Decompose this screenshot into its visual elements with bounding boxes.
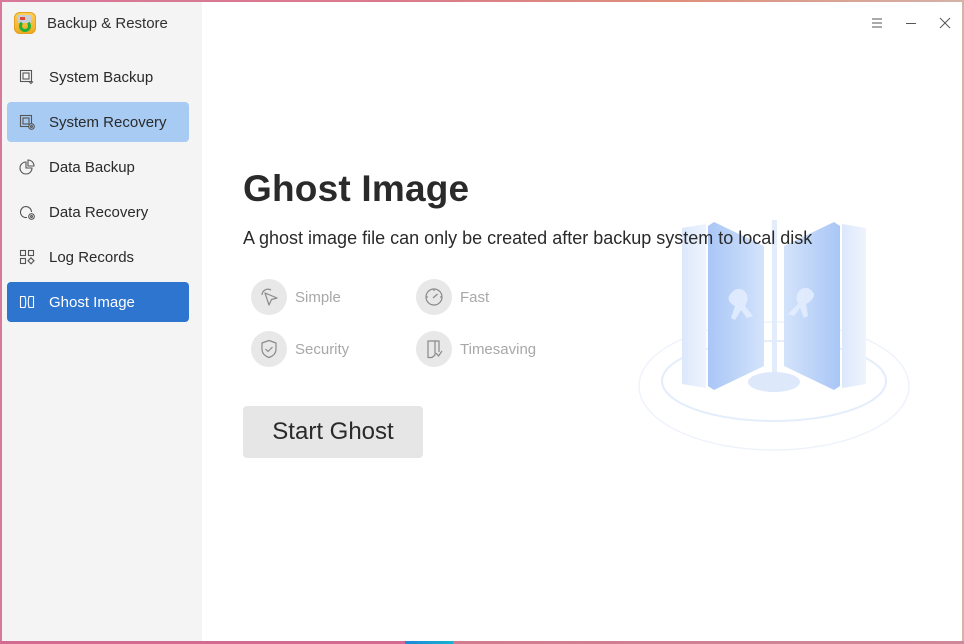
backup-restore-logo-icon [14, 12, 36, 34]
sidebar-item-label: System Recovery [49, 113, 167, 131]
download-arrow-icon [416, 331, 452, 367]
speedometer-icon [416, 279, 452, 315]
close-icon [939, 17, 951, 29]
feature-label: Simple [295, 288, 341, 306]
ghost-image-illustration [634, 216, 914, 452]
page-description: A ghost image file can only be created a… [243, 228, 813, 248]
app-title: Backup & Restore [47, 14, 168, 32]
close-button[interactable] [928, 12, 962, 34]
minimize-icon [906, 23, 916, 24]
sidebar-item-data-backup[interactable]: Data Backup [7, 147, 189, 187]
sidebar-item-system-backup[interactable]: System Backup [7, 57, 189, 97]
feature-label: Timesaving [460, 340, 537, 358]
main-content: Ghost Image A ghost image file can only … [202, 2, 962, 641]
sidebar-nav: System Backup System Recovery Data Backu… [2, 44, 202, 322]
feature-security: Security [251, 331, 416, 367]
sidebar-item-data-recovery[interactable]: Data Recovery [7, 192, 189, 232]
sidebar-item-label: Data Backup [49, 158, 135, 176]
app-header: Backup & Restore [2, 2, 202, 44]
pie-chart-icon [19, 159, 35, 175]
start-ghost-button[interactable]: Start Ghost [243, 406, 423, 458]
system-backup-icon [19, 69, 35, 85]
sidebar-item-system-recovery[interactable]: System Recovery [7, 102, 189, 142]
app-window: Backup & Restore System Backup System Re… [2, 2, 962, 641]
window-controls [860, 12, 962, 34]
sidebar-item-log-records[interactable]: Log Records [7, 237, 189, 277]
menu-button[interactable] [860, 12, 894, 34]
feature-simple: Simple [251, 279, 416, 315]
grid-icon [19, 249, 35, 265]
sidebar-item-label: Log Records [49, 248, 135, 266]
sidebar-item-label: Data Recovery [49, 203, 149, 221]
sidebar: Backup & Restore System Backup System Re… [2, 2, 202, 641]
sidebar-item-label: Ghost Image [49, 293, 135, 311]
sidebar-item-ghost-image[interactable]: Ghost Image [7, 282, 189, 322]
cursor-pointer-icon [251, 279, 287, 315]
feature-label: Fast [460, 288, 490, 306]
feature-fast: Fast [416, 279, 576, 315]
hamburger-menu-icon [872, 18, 882, 28]
system-recovery-icon [19, 114, 35, 130]
sidebar-item-label: System Backup [49, 68, 154, 86]
shield-check-icon [251, 331, 287, 367]
page-title: Ghost Image [243, 168, 470, 209]
data-recovery-icon [19, 204, 35, 220]
ghost-image-icon [19, 294, 35, 310]
feature-label: Security [295, 340, 350, 358]
feature-timesaving: Timesaving [416, 331, 576, 367]
minimize-button[interactable] [894, 12, 928, 34]
